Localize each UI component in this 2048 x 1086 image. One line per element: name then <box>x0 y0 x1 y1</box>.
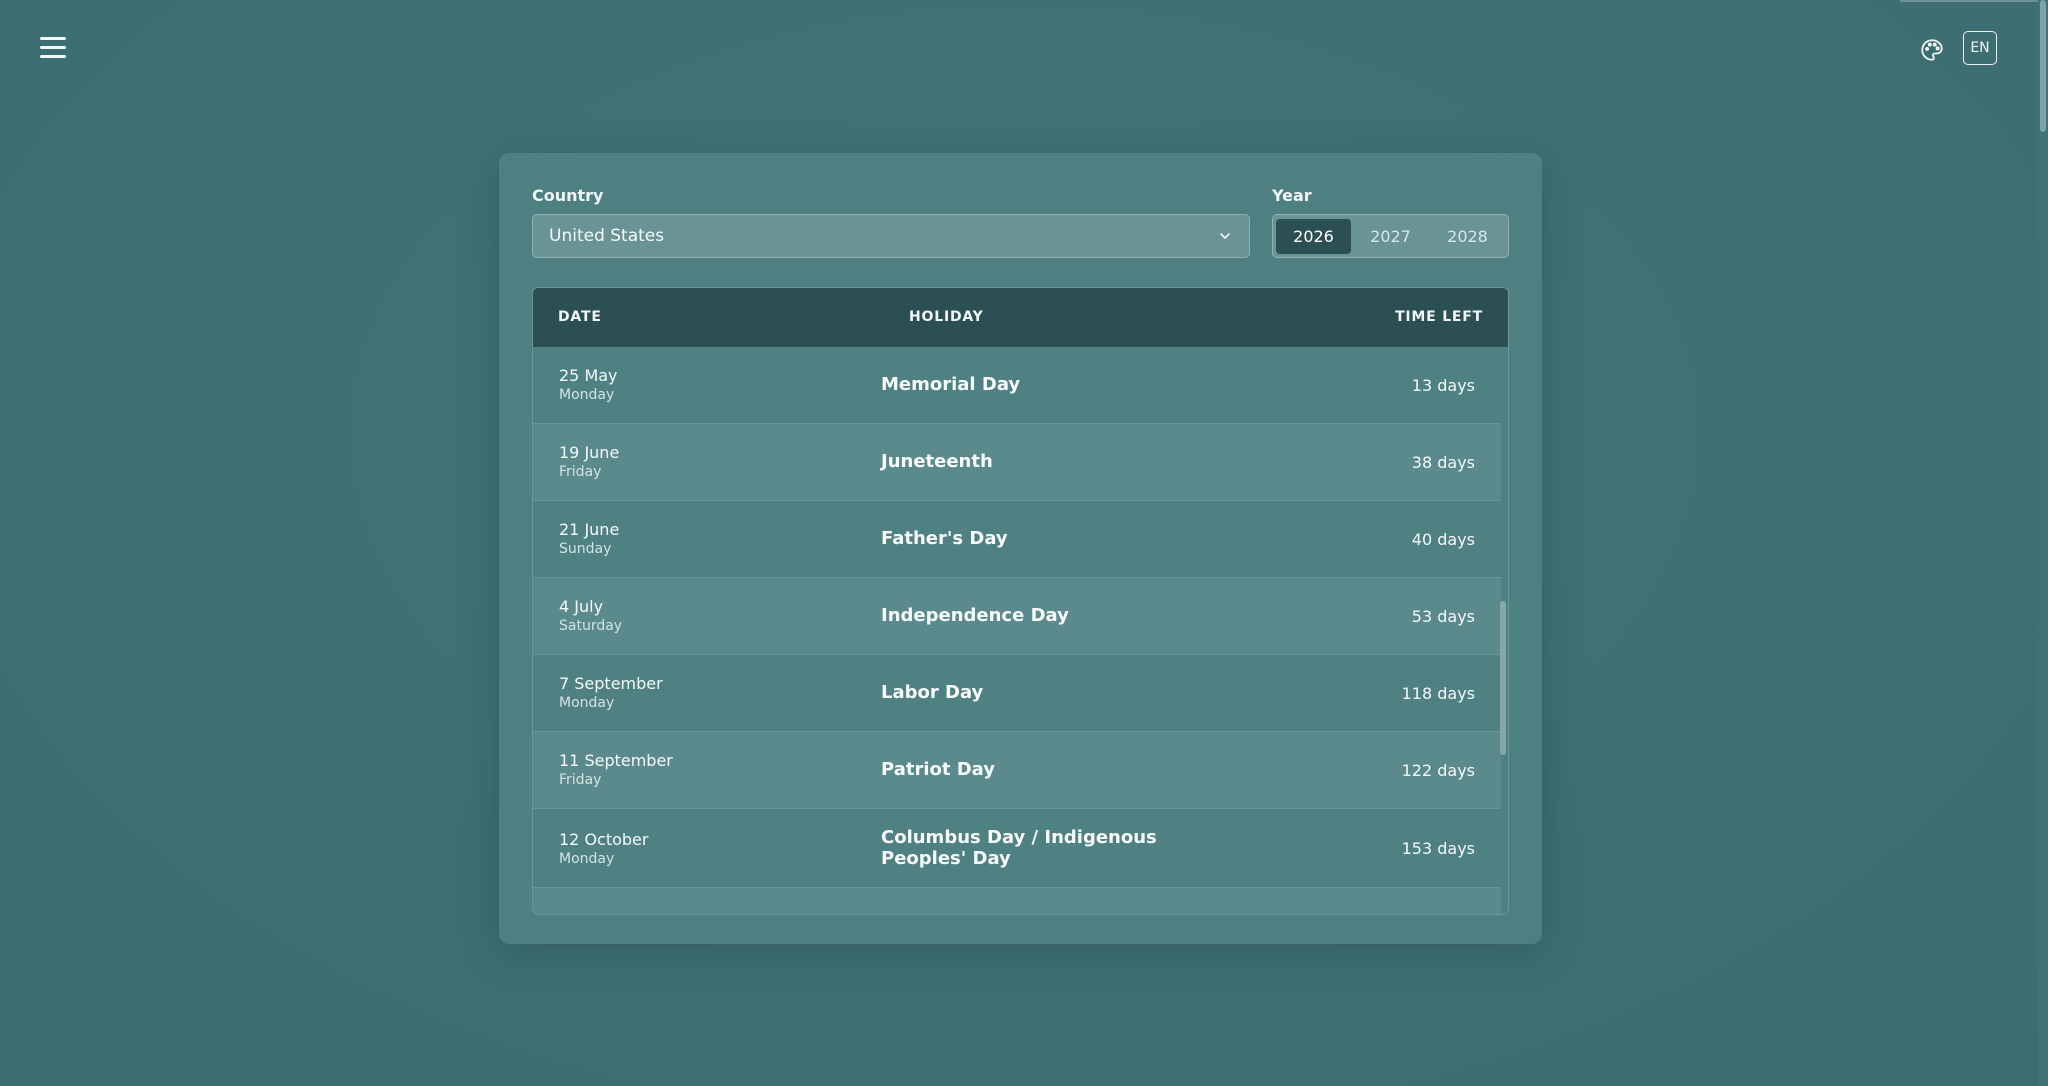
table-header: DATE HOLIDAY TIME LEFT <box>533 288 1508 347</box>
holidays-table: DATE HOLIDAY TIME LEFT 25 May Monday Mem… <box>532 287 1509 915</box>
table-scrollbar-thumb[interactable] <box>1500 601 1506 755</box>
column-header-time-left[interactable]: TIME LEFT <box>1395 309 1483 325</box>
year-label: Year <box>1272 186 1312 205</box>
holiday-name: Father's Day <box>881 528 1008 549</box>
date-cell: 7 September Monday <box>559 674 663 712</box>
page-scrollbar-thumb[interactable] <box>2040 0 2046 132</box>
date-text: 25 May <box>559 366 618 385</box>
date-text: 19 June <box>559 443 620 462</box>
weekday-text: Friday <box>559 464 602 480</box>
table-row[interactable]: 25 May Monday Memorial Day 13 days <box>533 347 1501 424</box>
holiday-name: Columbus Day / Indigenous Peoples' Day <box>881 827 1157 869</box>
weekday-text: Monday <box>559 851 615 867</box>
holiday-name: Independence Day <box>881 605 1069 626</box>
year-option-2027[interactable]: 2027 <box>1353 219 1428 254</box>
time-left: 38 days <box>1411 453 1475 472</box>
palette-icon[interactable] <box>1916 34 1948 66</box>
hamburger-menu-icon[interactable] <box>38 34 70 62</box>
table-row[interactable]: 11 September Friday Patriot Day 122 days <box>533 732 1501 809</box>
date-cell: 12 October Monday <box>559 830 648 868</box>
holiday-name: Juneteenth <box>881 451 993 472</box>
holiday-card: Country Year United States 2026 2027 202… <box>499 153 1542 944</box>
time-left: 153 days <box>1401 839 1475 858</box>
date-cell: 21 June Sunday <box>559 520 619 558</box>
weekday-text: Saturday <box>559 618 623 634</box>
page-scrollbar[interactable] <box>2038 0 2048 1086</box>
date-cell: 19 June Friday <box>559 443 619 481</box>
time-left: 53 days <box>1411 607 1475 626</box>
table-scrollbar[interactable] <box>1500 347 1506 914</box>
date-text: 7 September <box>559 674 663 693</box>
language-button[interactable]: EN <box>1963 31 1997 65</box>
column-header-holiday[interactable]: HOLIDAY <box>909 309 984 325</box>
weekday-text: Sunday <box>559 541 612 557</box>
chevron-down-icon <box>1220 233 1230 239</box>
time-left: 13 days <box>1411 376 1475 395</box>
holiday-name: Patriot Day <box>881 759 996 780</box>
date-cell: 4 July Saturday <box>559 597 622 635</box>
year-option-2028[interactable]: 2028 <box>1430 219 1505 254</box>
holiday-name: Labor Day <box>881 682 984 703</box>
table-row-partial[interactable] <box>533 888 1501 914</box>
table-row[interactable]: 4 July Saturday Independence Day 53 days <box>533 578 1501 655</box>
table-body: 25 May Monday Memorial Day 13 days 19 Ju… <box>533 347 1501 914</box>
weekday-text: Monday <box>559 695 615 711</box>
date-text: 4 July <box>559 597 604 616</box>
date-text: 11 September <box>559 751 673 770</box>
time-left: 118 days <box>1401 684 1475 703</box>
table-row[interactable]: 12 October Monday Columbus Day / Indigen… <box>533 809 1501 888</box>
country-label: Country <box>532 186 604 205</box>
date-text: 21 June <box>559 520 620 539</box>
column-header-date[interactable]: DATE <box>558 309 602 325</box>
table-row[interactable]: 19 June Friday Juneteenth 38 days <box>533 424 1501 501</box>
page: EN Country Year United States 2026 2027 … <box>0 0 2048 1086</box>
table-row[interactable]: 21 June Sunday Father's Day 40 days <box>533 501 1501 578</box>
table-row[interactable]: 7 September Monday Labor Day 118 days <box>533 655 1501 732</box>
date-text: 12 October <box>559 830 649 849</box>
top-edge-line <box>1900 0 2038 2</box>
weekday-text: Monday <box>559 387 615 403</box>
date-cell: 11 September Friday <box>559 751 673 789</box>
year-selector: 2026 2027 2028 <box>1272 214 1509 258</box>
country-select-value: United States <box>549 226 665 246</box>
year-option-2026[interactable]: 2026 <box>1276 218 1351 254</box>
time-left: 40 days <box>1411 530 1475 549</box>
country-select[interactable]: United States <box>532 214 1250 258</box>
weekday-text: Friday <box>559 772 602 788</box>
holiday-name: Memorial Day <box>881 374 1021 395</box>
date-cell: 25 May Monday <box>559 366 618 404</box>
time-left: 122 days <box>1401 761 1475 780</box>
